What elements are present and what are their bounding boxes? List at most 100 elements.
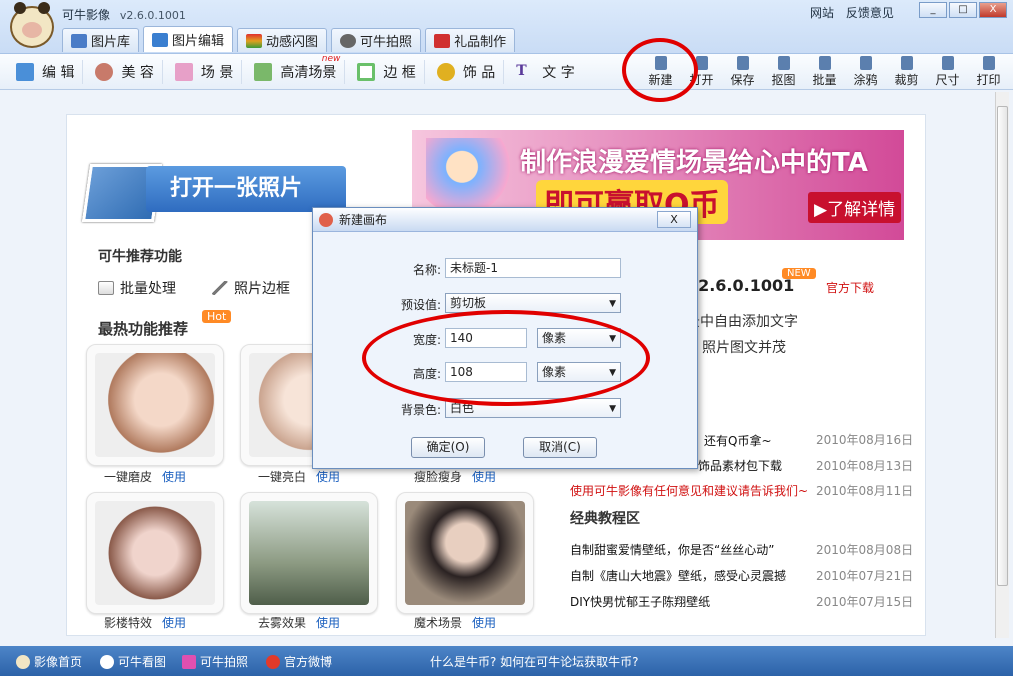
- status-camera-link[interactable]: 可牛拍照: [182, 653, 248, 670]
- tab-flash-gif[interactable]: 动感闪图: [237, 28, 328, 52]
- recommend-title: 可牛推荐功能: [98, 249, 182, 265]
- news-item-1[interactable]: 还有Q币拿~: [704, 432, 772, 449]
- weibo-icon: [266, 654, 280, 669]
- maximize-button[interactable]: □: [949, 2, 977, 18]
- vertical-scrollbar[interactable]: [995, 92, 1009, 638]
- minimize-button[interactable]: _: [919, 2, 947, 18]
- tool-text[interactable]: T文 字: [508, 60, 582, 84]
- thumb-skin-smooth[interactable]: [86, 344, 224, 466]
- tab-gift-label: 礼品制作: [454, 35, 507, 50]
- status-weibo-link[interactable]: 官方微博: [266, 653, 332, 670]
- save-button-label: 保存: [730, 73, 755, 87]
- use-skin-smooth-link[interactable]: 使用: [162, 470, 186, 484]
- batch-button[interactable]: 批量: [804, 56, 845, 88]
- photo-frame-feature-label: 照片边框: [234, 281, 290, 297]
- news-date-1: 2010年08月16日: [816, 433, 914, 447]
- use-defog-link[interactable]: 使用: [316, 616, 340, 630]
- official-download-link[interactable]: 官方下载: [826, 279, 874, 296]
- tool-edit[interactable]: 编 辑: [8, 60, 84, 84]
- use-studio-effect-link[interactable]: 使用: [162, 616, 186, 630]
- gift-icon: [434, 33, 451, 48]
- hot-features-title: 最热功能推荐: [98, 320, 189, 338]
- app-window: 可牛影像 v2.6.0.1001 网站 反馈意见 _ □ X 图片库 图片编辑 …: [0, 0, 1013, 676]
- dialog-close-button[interactable]: X: [657, 211, 691, 228]
- batch-feature-link[interactable]: 批量处理: [98, 278, 176, 298]
- crop-button[interactable]: 裁剪: [886, 56, 927, 88]
- tab-gallery[interactable]: 图片库: [62, 28, 140, 52]
- caption-magic-scene-label: 魔术场景: [414, 616, 463, 630]
- thumb-magic-scene-image: [405, 501, 525, 605]
- tool-scene[interactable]: 场 景: [167, 60, 243, 84]
- main-tabs: 图片库 图片编辑 动感闪图 可牛拍照 礼品制作: [62, 26, 516, 52]
- caption-defog-label: 去雾效果: [258, 616, 307, 630]
- ok-button[interactable]: 确定(O): [411, 437, 485, 458]
- cutout-icon: [777, 56, 790, 70]
- app-title: 可牛影像 v2.6.0.1001: [62, 6, 186, 23]
- tool-hd-scene[interactable]: 高清场景 new: [246, 54, 346, 84]
- status-home-link[interactable]: 影像首页: [16, 653, 82, 670]
- tool-beauty[interactable]: 美 容: [87, 60, 163, 84]
- edit-icon: [16, 63, 34, 81]
- printer-icon: [982, 56, 995, 70]
- thumb-defog[interactable]: [240, 492, 378, 614]
- caption-whiten: 一键亮白 使用: [258, 468, 340, 485]
- website-link[interactable]: 网站: [810, 6, 834, 20]
- scrollbar-thumb[interactable]: [997, 106, 1008, 586]
- news-item-3[interactable]: 使用可牛影像有任何意见和建议请告诉我们~: [570, 482, 808, 499]
- batch-feature-label: 批量处理: [120, 281, 176, 297]
- tool-accessory[interactable]: 饰 品: [429, 60, 505, 84]
- status-camera-label: 可牛拍照: [200, 655, 249, 669]
- status-coin-link[interactable]: 什么是牛币? 如何在可牛论坛获取牛币?: [430, 653, 639, 670]
- tutorial-item-3[interactable]: DIY快男忧郁王子陈翔壁纸: [570, 593, 710, 610]
- photo-frame-feature-link[interactable]: 照片边框: [212, 278, 290, 298]
- close-window-button[interactable]: X: [979, 2, 1007, 18]
- tab-gift[interactable]: 礼品制作: [425, 28, 516, 52]
- frame-icon: [357, 63, 376, 81]
- red-circle-size-annotation: [362, 310, 650, 406]
- caption-slim-label: 瘦脸瘦身: [414, 470, 463, 484]
- tutorial-date-2: 2010年07月21日: [816, 569, 914, 583]
- caption-slim: 瘦脸瘦身 使用: [414, 468, 496, 485]
- cutout-button[interactable]: 抠图: [763, 56, 804, 88]
- save-button[interactable]: 保存: [722, 56, 763, 88]
- tutorial-item-2[interactable]: 自制《唐山大地震》壁纸，感受心灵震撼: [570, 567, 786, 584]
- background-label: 背景色:: [400, 403, 441, 417]
- use-magic-scene-link[interactable]: 使用: [472, 616, 496, 630]
- tab-photo-edit[interactable]: 图片编辑: [143, 26, 234, 52]
- caption-skin-smooth-label: 一键磨皮: [104, 470, 153, 484]
- status-home-label: 影像首页: [34, 655, 83, 669]
- news-item-2[interactable]: 饰品素材包下载: [698, 457, 782, 474]
- tab-webcam[interactable]: 可牛拍照: [331, 28, 422, 52]
- tab-gallery-label: 图片库: [91, 35, 131, 50]
- thumb-magic-scene[interactable]: [396, 492, 534, 614]
- name-row: 名称: 未标题-1: [313, 258, 699, 280]
- tutorial-item-1[interactable]: 自制甜蜜爱情壁纸，你是否“丝丝心动”: [570, 541, 774, 558]
- status-viewer-link[interactable]: 可牛看图: [100, 653, 166, 670]
- open-photo-label: 打开一张照片: [146, 166, 346, 212]
- open-photo-button[interactable]: 打开一张照片: [81, 160, 348, 222]
- batch-button-label: 批量: [812, 73, 837, 87]
- feedback-link[interactable]: 反馈意见: [846, 6, 894, 20]
- thumb-studio-effect-image: [95, 501, 215, 605]
- use-slim-link[interactable]: 使用: [472, 470, 496, 484]
- camera-icon: [182, 654, 196, 669]
- doodle-button[interactable]: 涂鸦: [845, 56, 886, 88]
- use-whiten-link[interactable]: 使用: [316, 470, 340, 484]
- viewer-icon: [100, 654, 114, 669]
- thumb-studio-effect[interactable]: [86, 492, 224, 614]
- resize-button[interactable]: 尺寸: [927, 56, 968, 88]
- banner-details-button[interactable]: ▶了解详情: [808, 192, 902, 223]
- tool-frame[interactable]: 边 框: [349, 60, 425, 84]
- news-date-2: 2010年08月13日: [816, 459, 914, 473]
- hot-badge: Hot: [202, 310, 232, 323]
- print-button[interactable]: 打印: [968, 56, 1009, 88]
- photo-frame-icon: [212, 281, 228, 295]
- cancel-button[interactable]: 取消(C): [523, 437, 597, 458]
- name-input[interactable]: 未标题-1: [445, 258, 621, 278]
- version-desc-line2: 照片图文并茂: [702, 340, 786, 356]
- status-viewer-label: 可牛看图: [118, 655, 167, 669]
- scene-icon: [174, 63, 193, 81]
- caption-defog: 去雾效果 使用: [258, 614, 340, 631]
- app-version: v2.6.0.1001: [119, 9, 186, 22]
- tutorial-date-1: 2010年08月08日: [816, 543, 914, 557]
